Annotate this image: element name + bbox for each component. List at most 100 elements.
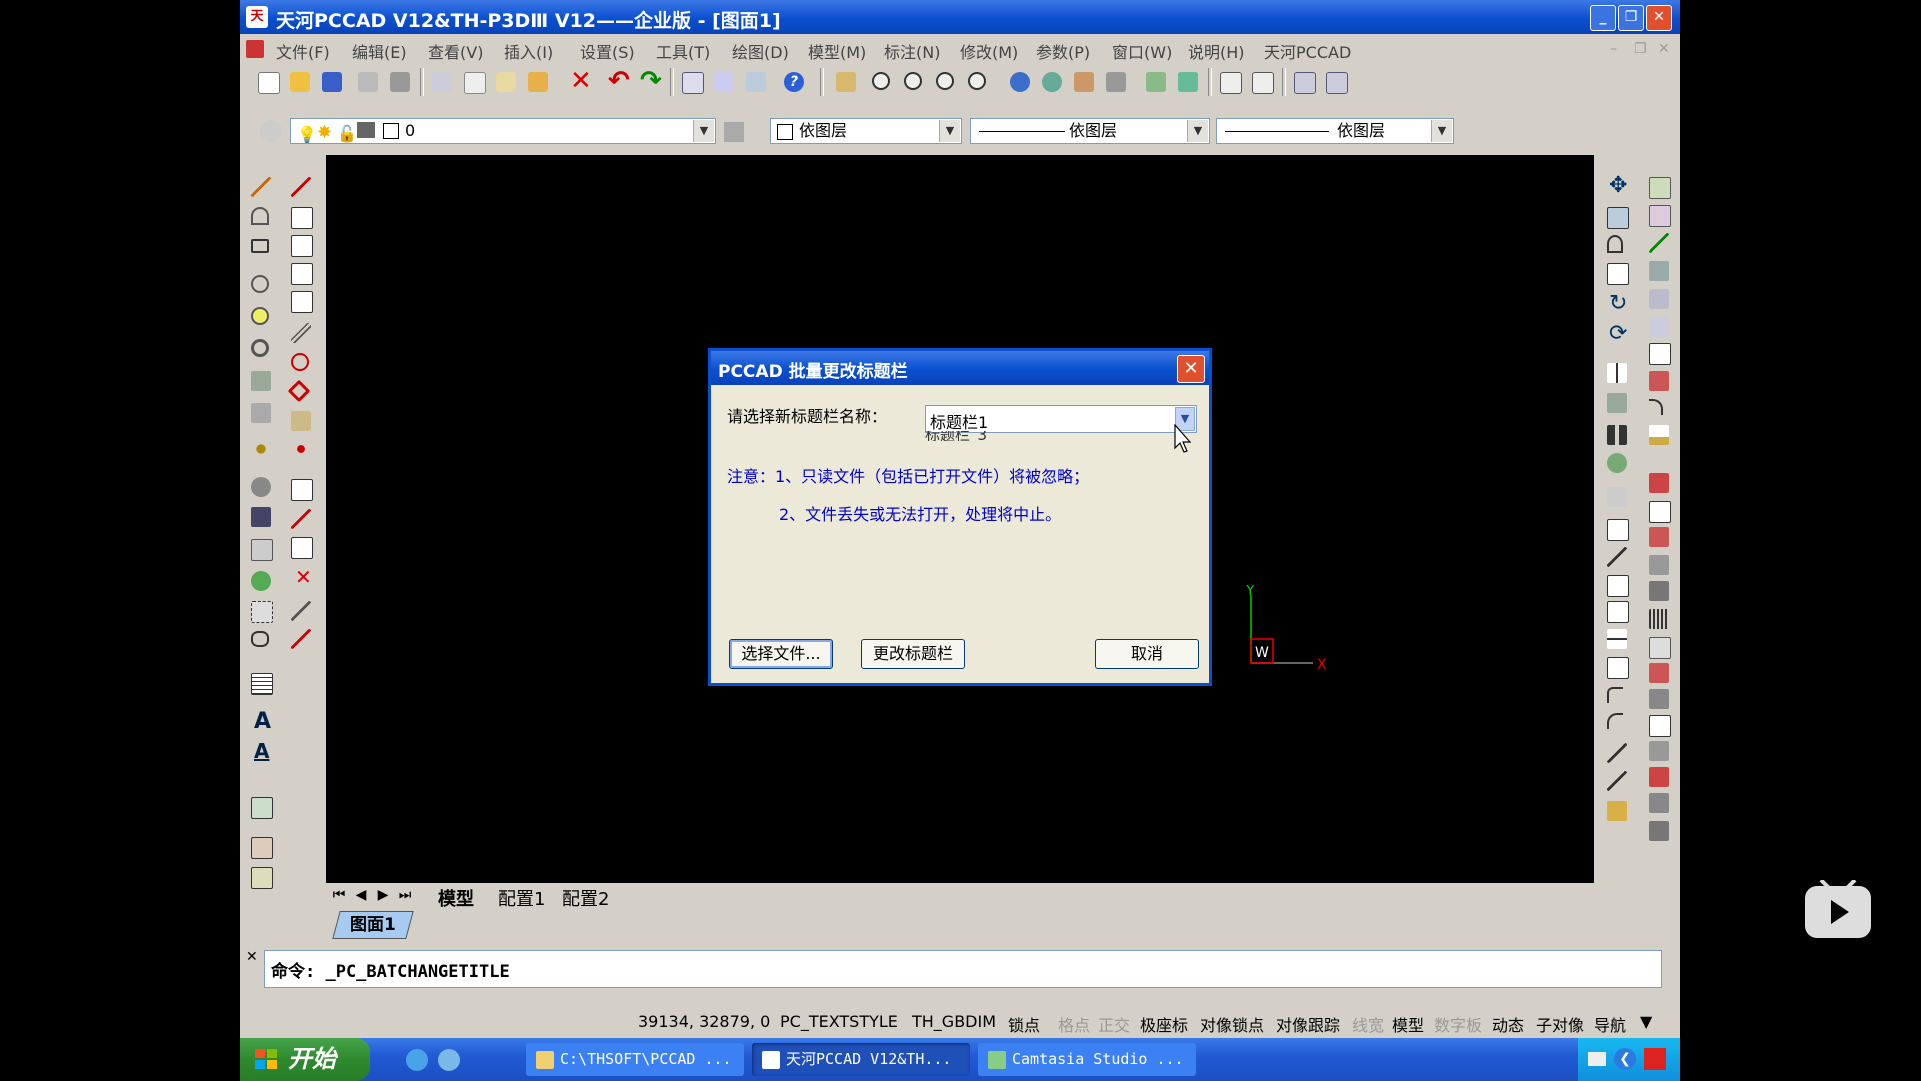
save-button[interactable] [318,68,346,96]
close-button[interactable]: ✕ [1646,5,1672,31]
measure-button[interactable] [1070,68,1098,96]
redo-button[interactable]: ↷ [636,66,664,96]
toggle-grid[interactable]: 格点 [1058,1012,1090,1036]
mtext-tool[interactable]: A [249,709,273,735]
chamfer-tool[interactable] [1605,685,1629,709]
snap-extension-tool[interactable] [289,507,313,531]
copy-button[interactable] [460,68,488,96]
snap-tangent-tool[interactable] [289,351,313,375]
layer-combo[interactable]: 💡 ✸ 🔓 0 ▼ [290,118,716,144]
layer-previous-icon[interactable] [724,122,744,142]
line-tool[interactable] [249,175,273,199]
toggle-osnap[interactable]: 对像锁点 [1200,1012,1264,1036]
quicklaunch-icon[interactable] [438,1049,460,1071]
pc-tool-15[interactable] [1647,579,1671,603]
menu-window[interactable]: 窗口(W) [1112,39,1172,63]
revcloud-tool[interactable] [249,569,273,593]
snap-nearest-tool[interactable] [289,535,313,559]
snap-endpoint-tool[interactable] [289,205,313,229]
next-tab-icon[interactable]: ▶ [372,884,394,906]
region-tool[interactable] [249,505,273,529]
trim-tool[interactable] [1605,545,1629,569]
mdi-minimize-icon[interactable]: – [1610,41,1617,57]
pc-tool-24[interactable] [1647,819,1671,843]
view3d-button[interactable] [1142,68,1170,96]
pc-tool-22[interactable] [1647,765,1671,789]
pc-tool-21[interactable] [1647,739,1671,763]
keyboard-icon[interactable] [1588,1052,1606,1066]
close-icon[interactable]: ✕ [246,949,258,965]
snap-settings-tool[interactable] [289,627,313,651]
open-file-button[interactable] [286,68,314,96]
make-block-tool[interactable] [249,835,273,859]
undo-button[interactable]: ↶ [604,66,632,96]
menu-model[interactable]: 模型(M) [808,39,866,63]
menu-insert[interactable]: 插入(I) [504,39,553,63]
pc-tool-4[interactable] [1647,259,1671,283]
pc-tool-3[interactable] [1647,231,1671,255]
tab-layout2[interactable]: 配置2 [562,885,609,911]
toggle-polar[interactable]: 极座标 [1140,1012,1188,1036]
match-prop-button[interactable] [524,68,552,96]
arc-tool[interactable] [249,273,273,297]
copy-tool[interactable] [1605,205,1629,229]
snap-insert-tool[interactable] [289,409,313,433]
join-tool[interactable] [1605,655,1629,679]
pc-tool-17[interactable] [1647,635,1671,659]
ie-icon[interactable] [406,1049,428,1071]
pc-tool-12[interactable] [1647,499,1671,523]
toggle-ortho[interactable]: 正交 [1098,1012,1130,1036]
donut-tool[interactable] [249,337,273,361]
menu-modify[interactable]: 修改(M) [960,39,1018,63]
tray-expand-icon[interactable]: ❮ [1614,1048,1636,1070]
mdi-close-icon[interactable]: ✕ [1658,41,1670,57]
insert-block-tool[interactable] [249,795,273,819]
pc-tool-9[interactable] [1647,397,1671,421]
mdi-restore-icon[interactable]: ❐ [1634,41,1647,57]
first-tab-icon[interactable]: ⏮ [328,884,350,906]
toggle-lineweight[interactable]: 线宽 [1352,1012,1384,1036]
paste-button[interactable] [492,68,520,96]
color-combo[interactable]: 依图层 ▼ [770,118,962,144]
toggle-navigation[interactable]: 导航 [1594,1012,1626,1036]
rectangle-tool[interactable] [249,237,273,261]
view-button[interactable] [1038,68,1066,96]
restore-button[interactable]: ❐ [1618,5,1644,31]
pc-tool-7[interactable] [1647,341,1671,365]
temp-track-tool[interactable] [289,175,313,199]
polyline-tool[interactable] [249,205,273,229]
chevron-down-icon[interactable]: ▼ [693,120,714,142]
point-tool[interactable] [249,437,273,461]
toggle-dynamic[interactable]: 动态 [1492,1012,1524,1036]
tab-model[interactable]: 模型 [438,885,474,911]
pc-tool-1[interactable] [1647,175,1671,199]
snap-from-tool[interactable] [289,599,313,623]
last-tab-icon[interactable]: ⏭ [394,884,416,906]
align-tool[interactable] [1605,485,1629,509]
explode-tool[interactable] [1605,799,1629,823]
pc-tool-5[interactable] [1647,287,1671,311]
app-icon[interactable]: 天 [246,6,268,28]
group-tool[interactable] [249,865,273,889]
dialog-titlebar[interactable]: PCCAD 批量更改标题栏 ✕ [711,351,1209,385]
menu-file[interactable]: 文件(F) [276,39,330,63]
prev-tab-icon[interactable]: ◀ [350,884,372,906]
zoom-out-button[interactable] [900,68,928,96]
zoom-in-button[interactable] [868,68,896,96]
snap-quadrant-tool[interactable] [287,379,313,405]
taskbar-item-explorer[interactable]: C:\THSOFT\PCCAD ... [526,1043,744,1076]
window-titlebar[interactable]: 天 天河PCCAD V12&TH-P3DⅢ V12——企业版 - [图面1] _… [240,0,1680,34]
tool-palette-button[interactable] [742,68,770,96]
boundary-tool[interactable] [249,629,273,653]
tray-app-icon[interactable] [1644,1048,1666,1070]
pc-tool-10[interactable] [1647,423,1671,447]
pc-tool-20[interactable] [1647,713,1671,737]
fillet-tool[interactable] [1605,711,1629,735]
pc-tool-23[interactable] [1647,791,1671,815]
toggle-snap[interactable]: 锁点 [1008,1012,1040,1036]
dimension-button[interactable] [1102,68,1130,96]
change-title-button[interactable]: 更改标题栏 [861,639,965,669]
rotate-tool[interactable]: ↻ [1605,291,1629,317]
layout-button[interactable] [1248,68,1276,96]
new-file-button[interactable] [254,68,282,96]
